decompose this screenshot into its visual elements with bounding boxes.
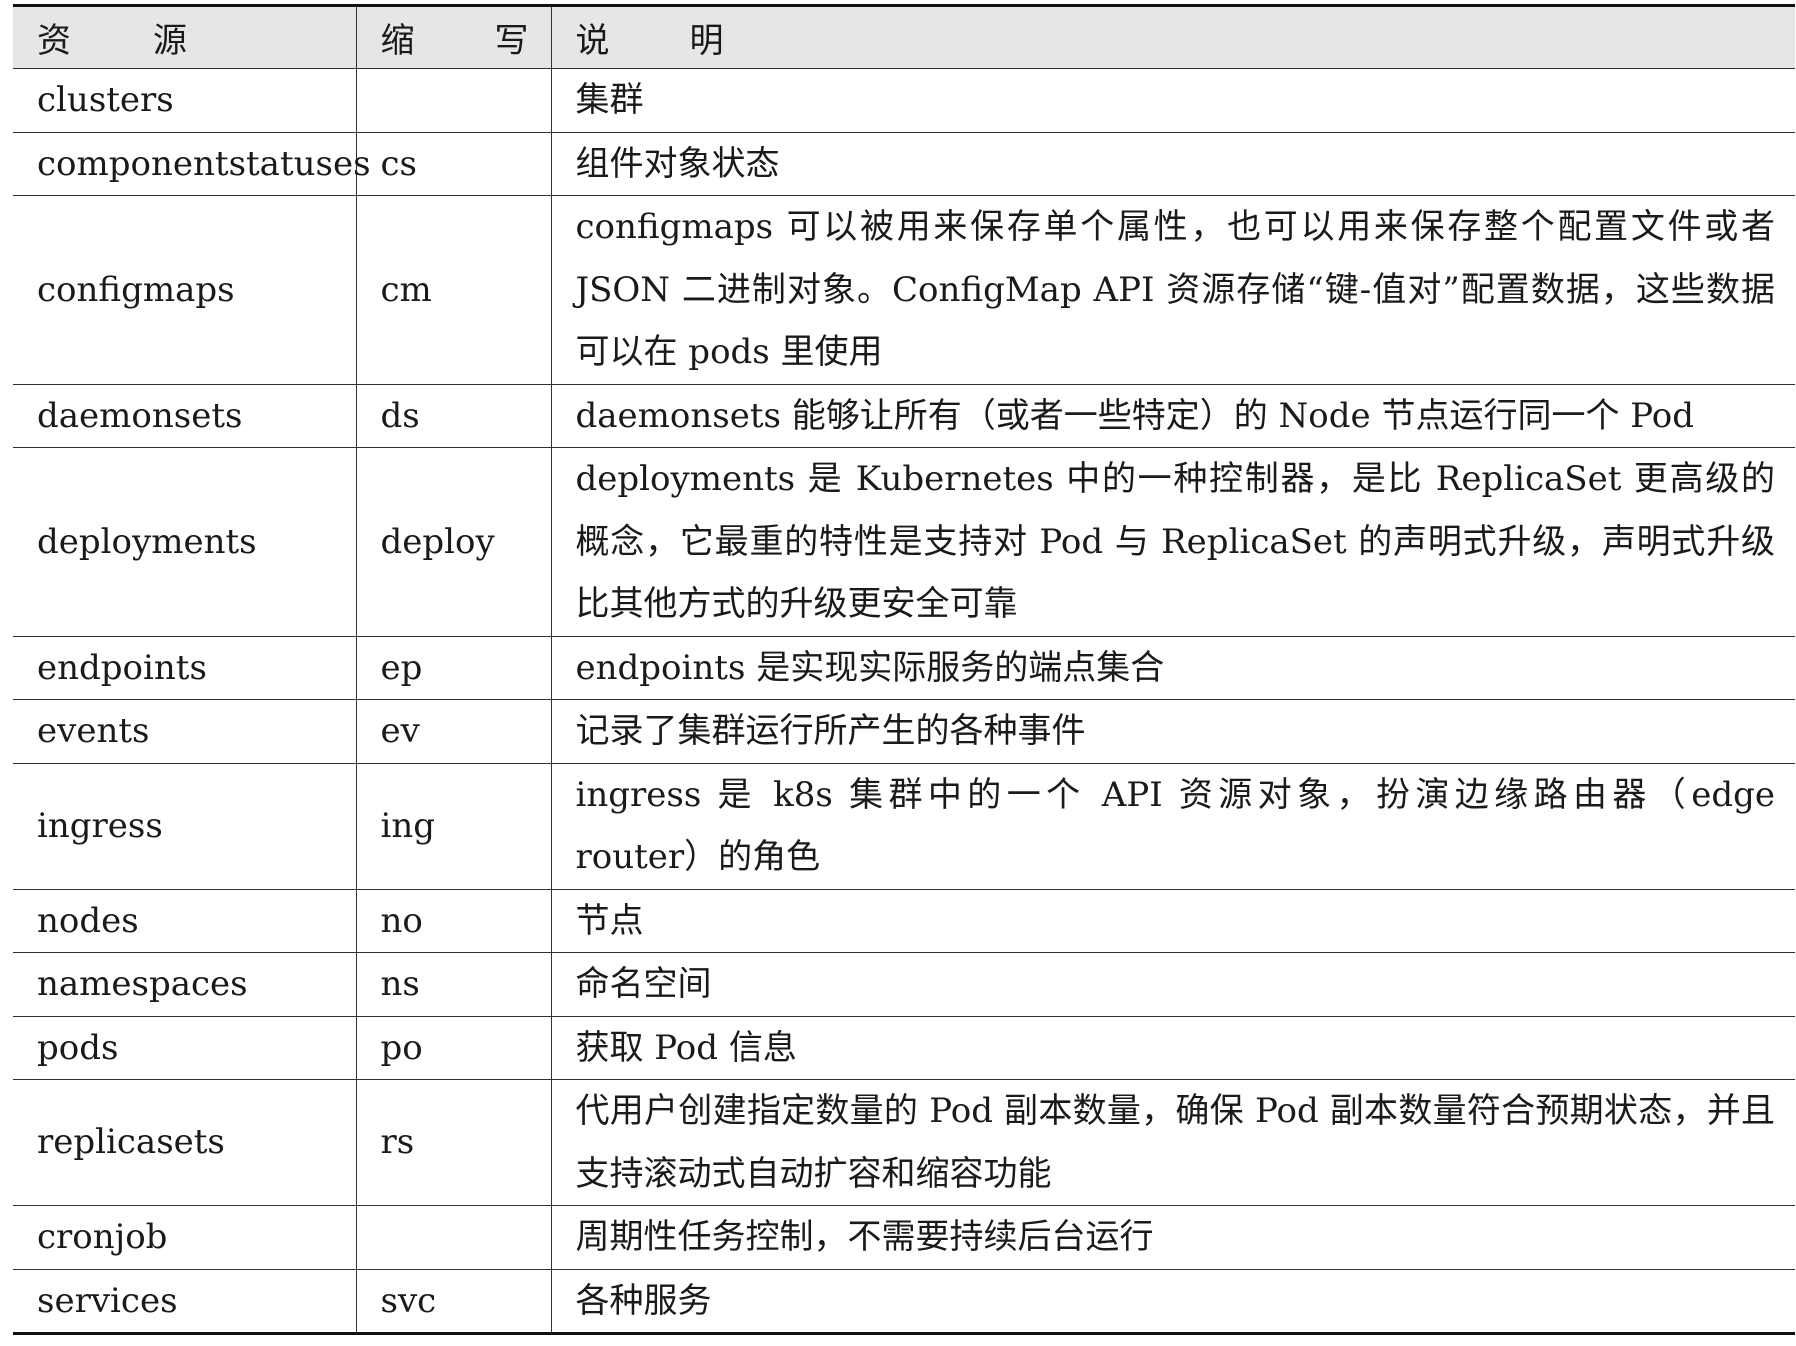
header-abbr: 缩 写 <box>355 4 551 69</box>
header-abbr-char-1: 缩 <box>380 21 415 61</box>
cell-abbr: rs <box>355 1079 551 1206</box>
table-row: deployments deploy deployments 是 Kuberne… <box>13 447 1795 637</box>
cell-abbr: po <box>355 1016 551 1080</box>
cell-desc: 组件对象状态 <box>550 132 1795 196</box>
cell-desc: 各种服务 <box>550 1269 1795 1335</box>
cell-desc: 命名空间 <box>550 952 1795 1017</box>
header-resource: 资 源 <box>13 4 356 69</box>
table-row: daemonsets ds daemonsets 能够让所有（或者一些特定）的 … <box>13 384 1795 448</box>
table-row: nodes no 节点 <box>13 889 1795 953</box>
table-row: replicasets rs 代用户创建指定数量的 Pod 副本数量，确保 Po… <box>13 1079 1795 1206</box>
cell-resource: configmaps <box>13 195 356 385</box>
cell-resource: deployments <box>13 447 356 637</box>
cell-abbr: ns <box>355 952 551 1017</box>
cell-desc: 节点 <box>550 889 1795 953</box>
cell-resource: daemonsets <box>13 384 356 448</box>
cell-resource: clusters <box>13 68 356 133</box>
cell-resource: namespaces <box>13 952 356 1017</box>
cell-abbr <box>355 1205 551 1270</box>
cell-abbr: no <box>355 889 551 953</box>
table-row: configmaps cm configmaps 可以被用来保存单个属性，也可以… <box>13 195 1795 385</box>
header-resource-char-2: 源 <box>153 21 187 61</box>
header-resource-char-1: 资 <box>37 21 71 61</box>
cell-resource: events <box>13 699 356 764</box>
cell-resource: componentstatuses <box>13 132 371 196</box>
cell-desc: 记录了集群运行所产生的各种事件 <box>550 699 1795 764</box>
table-row: namespaces ns 命名空间 <box>13 952 1795 1017</box>
cell-desc: deployments 是 Kubernetes 中的一种控制器，是比 Repl… <box>550 447 1795 637</box>
cell-abbr: cs <box>355 132 551 196</box>
table-row: pods po 获取 Pod 信息 <box>13 1016 1795 1080</box>
header-desc: 说 明 <box>550 4 1795 69</box>
cell-desc: 周期性任务控制，不需要持续后台运行 <box>550 1205 1795 1270</box>
cell-resource: ingress <box>13 763 356 890</box>
table-header-row: 资 源 缩 写 说 明 <box>13 4 1795 69</box>
header-desc-char-2: 明 <box>689 21 724 61</box>
resource-table: 资 源 缩 写 说 明 clusters 集群 componentstatuse… <box>13 4 1795 1335</box>
cell-desc: 集群 <box>550 68 1795 133</box>
cell-abbr: ep <box>355 636 551 700</box>
table-row: componentstatuses cs 组件对象状态 <box>13 132 1795 196</box>
table-row: events ev 记录了集群运行所产生的各种事件 <box>13 699 1795 764</box>
header-abbr-char-2: 写 <box>494 21 529 61</box>
resource-table-container: 资 源 缩 写 说 明 clusters 集群 componentstatuse… <box>13 4 1795 1335</box>
cell-resource: cronjob <box>13 1205 356 1270</box>
cell-desc: daemonsets 能够让所有（或者一些特定）的 Node 节点运行同一个 P… <box>550 384 1795 448</box>
table-row: endpoints ep endpoints 是实现实际服务的端点集合 <box>13 636 1795 700</box>
cell-desc: configmaps 可以被用来保存单个属性，也可以用来保存整个配置文件或者 J… <box>550 195 1795 385</box>
cell-abbr: ds <box>355 384 551 448</box>
cell-desc: ingress 是 k8s 集群中的一个 API 资源对象，扮演边缘路由器（ed… <box>550 763 1795 890</box>
cell-resource: nodes <box>13 889 356 953</box>
header-desc-char-1: 说 <box>575 21 610 61</box>
cell-resource: services <box>13 1269 356 1335</box>
cell-abbr: ing <box>355 763 551 890</box>
cell-resource: pods <box>13 1016 356 1080</box>
cell-desc: 获取 Pod 信息 <box>550 1016 1795 1080</box>
cell-desc: 代用户创建指定数量的 Pod 副本数量，确保 Pod 副本数量符合预期状态，并且… <box>550 1079 1795 1206</box>
cell-abbr <box>355 68 551 133</box>
cell-desc: endpoints 是实现实际服务的端点集合 <box>550 636 1795 700</box>
cell-resource: endpoints <box>13 636 356 700</box>
table-row: ingress ing ingress 是 k8s 集群中的一个 API 资源对… <box>13 763 1795 890</box>
table-row: clusters 集群 <box>13 68 1795 133</box>
cell-abbr: svc <box>355 1269 551 1335</box>
cell-abbr: cm <box>355 195 551 385</box>
cell-abbr: deploy <box>355 447 551 637</box>
cell-resource: replicasets <box>13 1079 356 1206</box>
table-row: cronjob 周期性任务控制，不需要持续后台运行 <box>13 1205 1795 1270</box>
table-row: services svc 各种服务 <box>13 1269 1795 1335</box>
cell-abbr: ev <box>355 699 551 764</box>
